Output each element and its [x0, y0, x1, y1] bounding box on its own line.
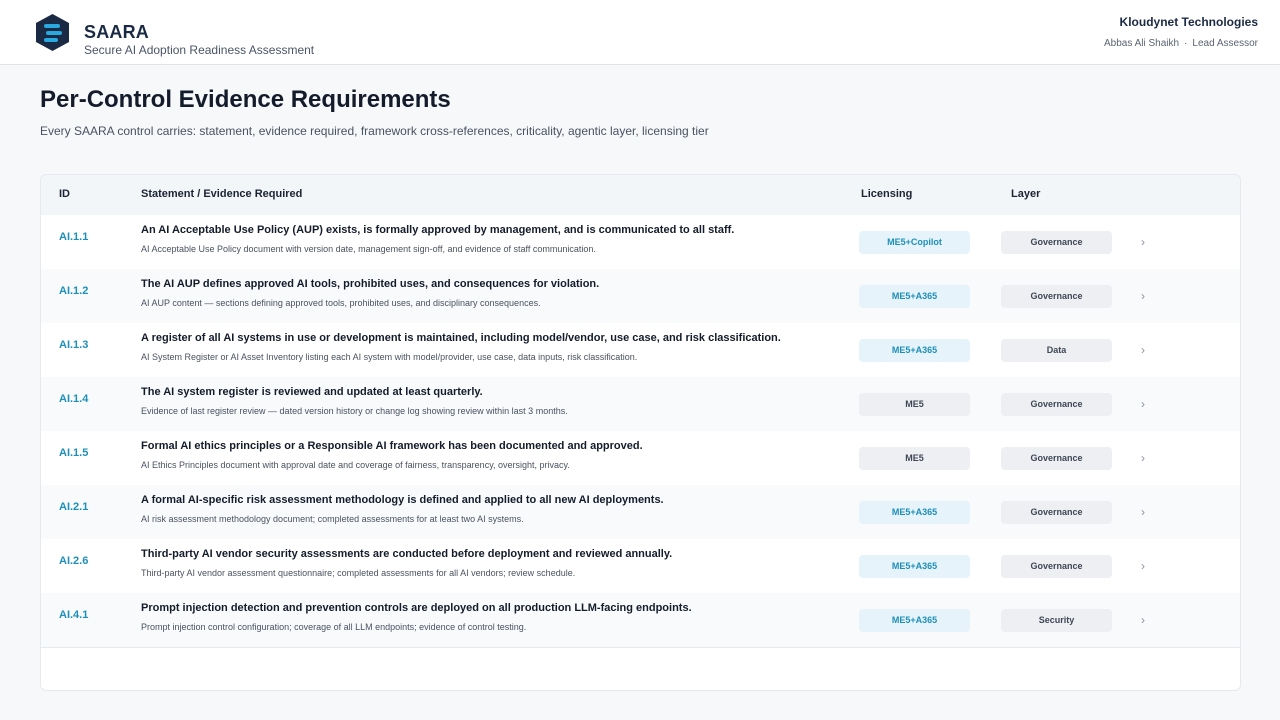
chevron-right-icon[interactable]: › — [1141, 451, 1145, 465]
control-evidence: Evidence of last register review — dated… — [141, 406, 568, 416]
control-id[interactable]: AI.1.4 — [59, 393, 88, 405]
user-role: Lead Assessor — [1192, 38, 1258, 49]
control-id[interactable]: AI.2.1 — [59, 501, 88, 513]
layer-badge: Security — [1001, 609, 1112, 632]
chevron-right-icon[interactable]: › — [1141, 343, 1145, 357]
table-row[interactable]: AI.1.1 An AI Acceptable Use Policy (AUP) … — [41, 215, 1240, 269]
user-separator: · — [1184, 38, 1188, 49]
control-evidence: AI Ethics Principles document with appro… — [141, 460, 570, 470]
table-row[interactable]: AI.4.1 Prompt injection detection and pre… — [41, 593, 1240, 647]
control-statement: Formal AI ethics principles or a Respons… — [141, 440, 643, 452]
table-header: ID Statement / Evidence Required Licensi… — [41, 175, 1240, 215]
control-statement: The AI system register is reviewed and u… — [141, 386, 483, 398]
table-row[interactable]: AI.1.5 Formal AI ethics principles or a R… — [41, 431, 1240, 485]
hexagon-list-icon[interactable] — [35, 13, 70, 52]
layer-badge: Governance — [1001, 285, 1112, 308]
licensing-badge: ME5+A365 — [859, 339, 970, 362]
control-statement: An AI Acceptable Use Policy (AUP) exists… — [141, 224, 735, 236]
control-evidence: Third-party AI vendor assessment questio… — [141, 568, 576, 578]
table-footer-divider — [41, 647, 1240, 648]
control-id[interactable]: AI.1.5 — [59, 447, 88, 459]
organization-name: Kloudynet Technologies — [1119, 15, 1258, 29]
user-name: Abbas Ali Shaikh — [1103, 38, 1180, 49]
table-row[interactable]: AI.2.1 A formal AI-specific risk assessme… — [41, 485, 1240, 539]
control-evidence: AI Acceptable Use Policy document with v… — [141, 244, 596, 254]
control-id[interactable]: AI.1.1 — [59, 231, 88, 243]
chevron-right-icon[interactable]: › — [1141, 613, 1145, 627]
licensing-badge: ME5+A365 — [859, 501, 970, 524]
table-row[interactable]: AI.1.4 The AI system register is reviewed… — [41, 377, 1240, 431]
control-statement: A formal AI-specific risk assessment met… — [141, 494, 664, 506]
licensing-badge: ME5+A365 — [859, 609, 970, 632]
control-id[interactable]: AI.4.1 — [59, 609, 88, 621]
app-name: SAARA — [84, 22, 150, 42]
control-statement: A register of all AI systems in use or d… — [141, 332, 781, 344]
control-id[interactable]: AI.1.2 — [59, 285, 88, 297]
layer-badge: Governance — [1001, 393, 1112, 416]
control-id[interactable]: AI.2.6 — [59, 555, 88, 567]
control-statement: Prompt injection detection and preventio… — [141, 602, 692, 614]
column-header-licensing[interactable]: Licensing — [861, 188, 912, 200]
app-subtitle: Secure AI Adoption Readiness Assessment — [84, 43, 315, 57]
chevron-right-icon[interactable]: › — [1141, 289, 1145, 303]
column-header-statement[interactable]: Statement / Evidence Required — [141, 188, 302, 200]
chevron-right-icon[interactable]: › — [1141, 505, 1145, 519]
control-evidence: AI System Register or AI Asset Inventory… — [141, 352, 638, 362]
chevron-right-icon[interactable]: › — [1141, 559, 1145, 573]
layer-badge: Governance — [1001, 447, 1112, 470]
column-header-layer[interactable]: Layer — [1011, 188, 1040, 200]
table-body: AI.1.1 An AI Acceptable Use Policy (AUP) … — [41, 215, 1240, 647]
column-header-id[interactable]: ID — [59, 188, 70, 200]
layer-badge: Governance — [1001, 231, 1112, 254]
table-row[interactable]: AI.1.2 The AI AUP defines approved AI too… — [41, 269, 1240, 323]
licensing-badge: ME5+A365 — [859, 555, 970, 578]
control-statement: Third-party AI vendor security assessmen… — [141, 548, 673, 560]
licensing-badge: ME5+A365 — [859, 285, 970, 308]
page-title: Per-Control Evidence Requirements — [40, 86, 451, 113]
control-evidence: AI AUP content — sections defining appro… — [141, 298, 541, 308]
chevron-right-icon[interactable]: › — [1141, 397, 1145, 411]
controls-table: ID Statement / Evidence Required Licensi… — [40, 174, 1241, 691]
user-info: Abbas Ali Shaikh · Lead Assessor — [1104, 38, 1258, 49]
licensing-badge: ME5+Copilot — [859, 231, 970, 254]
control-evidence: Prompt injection control configuration; … — [141, 622, 527, 632]
layer-badge: Governance — [1001, 555, 1112, 578]
page-subtitle: Every SAARA control carries: statement, … — [40, 124, 709, 138]
control-id[interactable]: AI.1.3 — [59, 339, 88, 351]
control-evidence: AI risk assessment methodology document;… — [141, 514, 524, 524]
top-header: SAARA Secure AI Adoption Readiness Asses… — [0, 0, 1280, 65]
licensing-badge: ME5 — [859, 393, 970, 416]
layer-badge: Governance — [1001, 501, 1112, 524]
control-statement: The AI AUP defines approved AI tools, pr… — [141, 278, 600, 290]
chevron-right-icon[interactable]: › — [1141, 235, 1145, 249]
layer-badge: Data — [1001, 339, 1112, 362]
table-row[interactable]: AI.1.3 A register of all AI systems in us… — [41, 323, 1240, 377]
table-row[interactable]: AI.2.6 Third-party AI vendor security ass… — [41, 539, 1240, 593]
licensing-badge: ME5 — [859, 447, 970, 470]
